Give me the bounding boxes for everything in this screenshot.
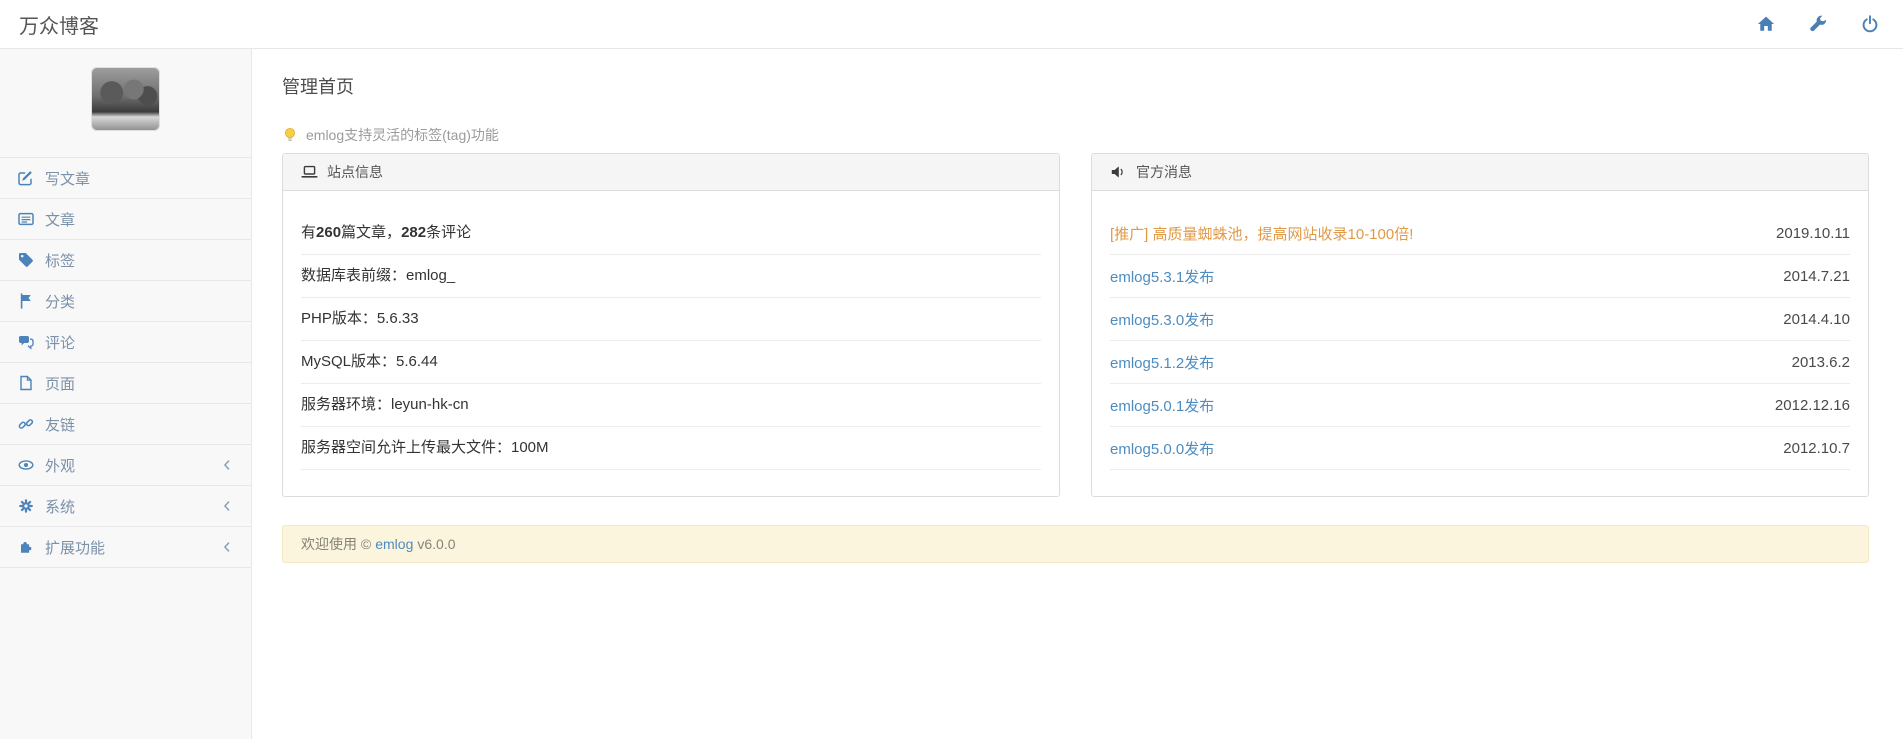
sidebar-item-write-article[interactable]: 写文章 <box>0 158 251 199</box>
sidebar-item-comments[interactable]: 评论 <box>0 322 251 363</box>
sidebar-item-pages[interactable]: 页面 <box>0 363 251 404</box>
site-info-row-server-env: 服务器环境：leyun-hk-cn <box>301 384 1041 427</box>
sidebar-item-label: 友链 <box>45 414 75 435</box>
news-link[interactable]: emlog5.1.2发布 <box>1110 352 1214 373</box>
sidebar-item-label: 外观 <box>45 455 75 476</box>
official-news-header: 官方消息 <box>1092 154 1868 191</box>
welcome-banner: 欢迎使用 © emlog v6.0.0 <box>282 525 1869 563</box>
news-date: 2012.10.7 <box>1783 440 1850 457</box>
comments-icon <box>17 334 35 350</box>
welcome-text-prefix: 欢迎使用 © <box>301 534 371 554</box>
sidebar-item-label: 标签 <box>45 250 75 271</box>
site-info-title: 站点信息 <box>327 162 383 182</box>
news-date: 2013.6.2 <box>1792 354 1850 371</box>
summary-text: 篇文章， <box>341 224 401 241</box>
page-title: 管理首页 <box>282 73 1869 99</box>
articles-count: 260 <box>316 224 341 241</box>
laptop-icon <box>301 164 318 180</box>
home-icon[interactable] <box>1757 15 1775 33</box>
news-link-promo[interactable]: [推广] 高质量蜘蛛池，提高网站收录10-100倍! <box>1110 223 1413 244</box>
news-date: 2012.12.16 <box>1775 397 1850 414</box>
news-row: emlog5.1.2发布 2013.6.2 <box>1110 341 1850 384</box>
news-link[interactable]: emlog5.0.1发布 <box>1110 395 1214 416</box>
sidebar-item-label: 扩展功能 <box>45 537 105 558</box>
list-icon <box>17 211 35 227</box>
eye-icon <box>17 457 35 473</box>
avatar <box>91 67 160 131</box>
sidebar-item-label: 文章 <box>45 209 75 230</box>
page-layout: 写文章 文章 标签 分类 <box>0 49 1903 739</box>
emlog-link[interactable]: emlog <box>375 536 413 552</box>
sidebar-item-appearance[interactable]: 外观 <box>0 445 251 486</box>
page-icon <box>17 375 35 391</box>
sidebar: 写文章 文章 标签 分类 <box>0 49 252 739</box>
site-info-row-max-upload: 服务器空间允许上传最大文件：100M <box>301 427 1041 470</box>
sidebar-item-links[interactable]: 友链 <box>0 404 251 445</box>
site-info-header: 站点信息 <box>283 154 1059 191</box>
site-info-row-mysql-version: MySQL版本：5.6.44 <box>301 341 1041 384</box>
tip-text: emlog支持灵活的标签(tag)功能 <box>306 125 499 145</box>
topbar: 万众博客 <box>0 0 1903 49</box>
sidebar-menu: 写文章 文章 标签 分类 <box>0 157 251 568</box>
wrench-icon[interactable] <box>1809 15 1827 33</box>
dashboard-panels: 站点信息 有260篇文章，282条评论 数据库表前缀：emlog_ PHP版本：… <box>282 153 1869 497</box>
sidebar-item-label: 系统 <box>45 496 75 517</box>
sidebar-item-extensions[interactable]: 扩展功能 <box>0 527 251 568</box>
chevron-left-icon <box>220 458 234 472</box>
news-row: emlog5.0.0发布 2012.10.7 <box>1110 427 1850 470</box>
news-date: 2014.7.21 <box>1783 268 1850 285</box>
welcome-text-suffix: v6.0.0 <box>417 536 455 552</box>
summary-text: 条评论 <box>426 224 471 241</box>
site-brand[interactable]: 万众博客 <box>19 10 99 39</box>
news-link[interactable]: emlog5.3.1发布 <box>1110 266 1214 287</box>
sidebar-item-articles[interactable]: 文章 <box>0 199 251 240</box>
news-row: [推广] 高质量蜘蛛池，提高网站收录10-100倍! 2019.10.11 <box>1110 212 1850 255</box>
chevron-left-icon <box>220 540 234 554</box>
chevron-left-icon <box>220 499 234 513</box>
topbar-actions <box>1757 15 1879 33</box>
sidebar-item-tags[interactable]: 标签 <box>0 240 251 281</box>
summary-text: 有 <box>301 224 316 241</box>
main-content: 管理首页 emlog支持灵活的标签(tag)功能 站点信息 有260篇文章，28… <box>252 49 1903 739</box>
site-info-body: 有260篇文章，282条评论 数据库表前缀：emlog_ PHP版本：5.6.3… <box>283 191 1059 496</box>
sidebar-item-label: 页面 <box>45 373 75 394</box>
official-news-body: [推广] 高质量蜘蛛池，提高网站收录10-100倍! 2019.10.11 em… <box>1092 191 1868 496</box>
site-info-row-php-version: PHP版本：5.6.33 <box>301 298 1041 341</box>
plugin-icon <box>17 539 35 555</box>
news-date: 2019.10.11 <box>1776 225 1850 242</box>
speaker-icon <box>1110 164 1127 180</box>
tag-icon <box>17 252 35 268</box>
site-info-summary-row: 有260篇文章，282条评论 <box>301 212 1041 255</box>
news-row: emlog5.0.1发布 2012.12.16 <box>1110 384 1850 427</box>
sidebar-item-label: 分类 <box>45 291 75 312</box>
sidebar-item-label: 评论 <box>45 332 75 353</box>
official-news-title: 官方消息 <box>1136 162 1192 182</box>
sidebar-item-categories[interactable]: 分类 <box>0 281 251 322</box>
power-icon[interactable] <box>1861 15 1879 33</box>
lightbulb-icon <box>282 127 298 144</box>
news-row: emlog5.3.1发布 2014.7.21 <box>1110 255 1850 298</box>
gear-icon <box>17 498 35 514</box>
news-row: emlog5.3.0发布 2014.4.10 <box>1110 298 1850 341</box>
edit-icon <box>17 170 35 186</box>
comments-count: 282 <box>401 224 426 241</box>
flag-icon <box>17 293 35 309</box>
news-link[interactable]: emlog5.0.0发布 <box>1110 438 1214 459</box>
site-info-row-db-prefix: 数据库表前缀：emlog_ <box>301 255 1041 298</box>
news-link[interactable]: emlog5.3.0发布 <box>1110 309 1214 330</box>
link-icon <box>17 416 35 432</box>
news-date: 2014.4.10 <box>1783 311 1850 328</box>
official-news-panel: 官方消息 [推广] 高质量蜘蛛池，提高网站收录10-100倍! 2019.10.… <box>1091 153 1869 497</box>
sidebar-item-label: 写文章 <box>45 168 90 189</box>
sidebar-item-system[interactable]: 系统 <box>0 486 251 527</box>
site-info-panel: 站点信息 有260篇文章，282条评论 数据库表前缀：emlog_ PHP版本：… <box>282 153 1060 497</box>
tip-line: emlog支持灵活的标签(tag)功能 <box>282 126 1869 144</box>
